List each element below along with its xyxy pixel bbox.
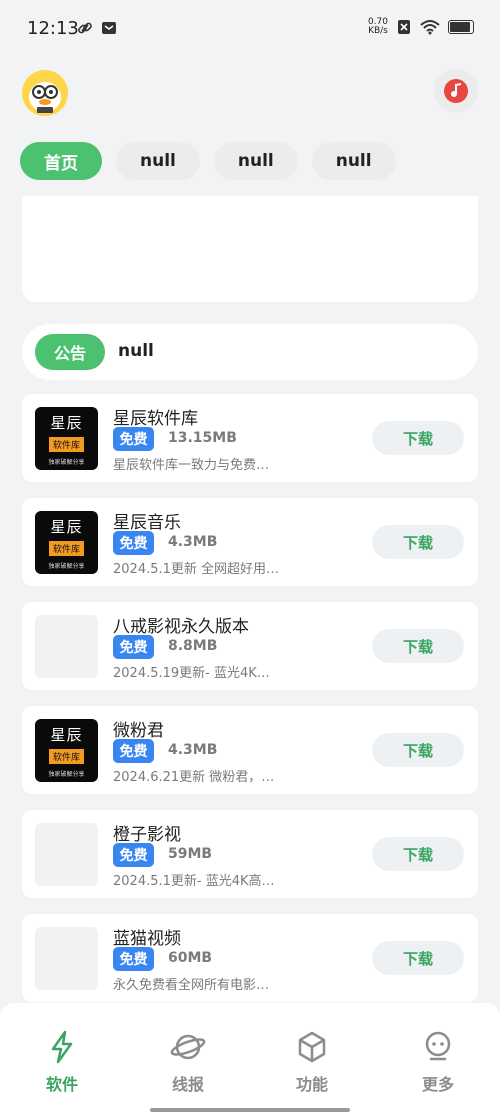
notice-tag: 公告 <box>35 334 105 370</box>
download-button[interactable]: 下载 <box>372 525 464 559</box>
app-size: 4.3MB <box>168 742 218 758</box>
app-size: 60MB <box>168 950 213 966</box>
nav-item-functions[interactable]: 功能 <box>262 1029 362 1095</box>
app-size: 8.8MB <box>168 638 218 654</box>
notice-text: null <box>118 341 154 361</box>
app-size: 4.3MB <box>168 534 218 550</box>
app-name: 橙子影视 <box>113 825 181 845</box>
download-button[interactable]: 下载 <box>372 941 464 975</box>
sim-off-icon <box>398 20 410 34</box>
app-description: 2024.5.1更新- 蓝光4K高… <box>113 874 275 889</box>
net-speed: 0.70 KB/s <box>367 17 388 36</box>
app-size: 13.15MB <box>168 430 237 446</box>
app-card[interactable]: 蓝猫视频 免费 60MB 永久免费看全网所有电影… 下载 <box>22 914 478 1002</box>
free-badge: 免费 <box>113 427 154 451</box>
tab-2[interactable]: null <box>116 142 200 180</box>
free-badge: 免费 <box>113 947 154 971</box>
link-icon <box>78 22 92 34</box>
app-name: 星辰软件库 <box>113 409 198 429</box>
app-placeholder-icon <box>35 927 98 990</box>
planet-icon <box>170 1034 206 1060</box>
app-placeholder-icon <box>35 615 98 678</box>
nav-item-news[interactable]: 线报 <box>138 1029 238 1095</box>
app-description: 2024.6.21更新 微粉君，… <box>113 770 275 785</box>
app-card[interactable]: 星辰 软件库 独家破解分享 微粉君 免费 4.3MB 2024.6.21更新 微… <box>22 706 478 794</box>
app-description: 2024.5.1更新 全网超好用… <box>113 562 280 577</box>
app-description: 永久免费看全网所有电影… <box>113 978 270 993</box>
status-time: 12:13 <box>27 18 79 39</box>
download-button[interactable]: 下载 <box>372 837 464 871</box>
battery-icon <box>448 20 474 34</box>
bottom-nav: 软件 线报 功能 更多 <box>0 1003 500 1115</box>
app-card[interactable]: 星辰 软件库 独家破解分享 星辰软件库 免费 13.15MB 星辰软件库一致力与… <box>22 394 478 482</box>
cube-icon <box>298 1031 326 1063</box>
app-name: 星辰音乐 <box>113 513 181 533</box>
download-button[interactable]: 下载 <box>372 421 464 455</box>
lightning-icon <box>51 1030 73 1064</box>
app-card[interactable]: 橙子影视 免费 59MB 2024.5.1更新- 蓝光4K高… 下载 <box>22 810 478 898</box>
app-card[interactable]: 星辰 软件库 独家破解分享 星辰音乐 免费 4.3MB 2024.5.1更新 全… <box>22 498 478 586</box>
app-card[interactable]: 八戒影视永久版本 免费 8.8MB 2024.5.19更新- 蓝光4K… 下载 <box>22 602 478 690</box>
download-button[interactable]: 下载 <box>372 629 464 663</box>
robot-icon <box>425 1031 451 1061</box>
notice-bar[interactable]: 公告 null <box>22 324 478 380</box>
free-badge: 免费 <box>113 635 154 659</box>
app-list: 星辰 软件库 独家破解分享 星辰软件库 免费 13.15MB 星辰软件库一致力与… <box>22 394 478 1018</box>
app-logo-icon: 星辰 软件库 独家破解分享 <box>35 407 98 470</box>
tab-4[interactable]: null <box>311 142 396 180</box>
tab-3[interactable]: null <box>213 142 298 180</box>
nav-item-more[interactable]: 更多 <box>388 1029 488 1095</box>
free-badge: 免费 <box>113 531 154 555</box>
app-logo-icon: 星辰 软件库 独家破解分享 <box>35 719 98 782</box>
app-description: 2024.5.19更新- 蓝光4K… <box>113 666 270 681</box>
message-icon <box>102 22 116 34</box>
nav-item-software[interactable]: 软件 <box>12 1029 112 1095</box>
duck-avatar-icon[interactable] <box>22 70 68 116</box>
tab-home[interactable]: 首页 <box>20 142 102 180</box>
free-badge: 免费 <box>113 843 154 867</box>
banner-area[interactable] <box>22 196 478 302</box>
top-tabs: 首页 null null null <box>20 142 396 180</box>
app-placeholder-icon <box>35 823 98 886</box>
app-name: 八戒影视永久版本 <box>113 617 249 637</box>
home-indicator[interactable] <box>150 1108 350 1112</box>
app-name: 蓝猫视频 <box>113 929 181 949</box>
app-logo-icon: 星辰 软件库 独家破解分享 <box>35 511 98 574</box>
status-bar: 12:13 0.70 KB/s <box>0 0 500 58</box>
app-name: 微粉君 <box>113 721 164 741</box>
free-badge: 免费 <box>113 739 154 763</box>
app-size: 59MB <box>168 846 213 862</box>
wifi-icon <box>420 20 440 35</box>
music-note-icon <box>444 79 468 103</box>
music-button[interactable] <box>434 69 478 113</box>
download-button[interactable]: 下载 <box>372 733 464 767</box>
app-description: 星辰软件库一致力与免费… <box>113 458 270 473</box>
